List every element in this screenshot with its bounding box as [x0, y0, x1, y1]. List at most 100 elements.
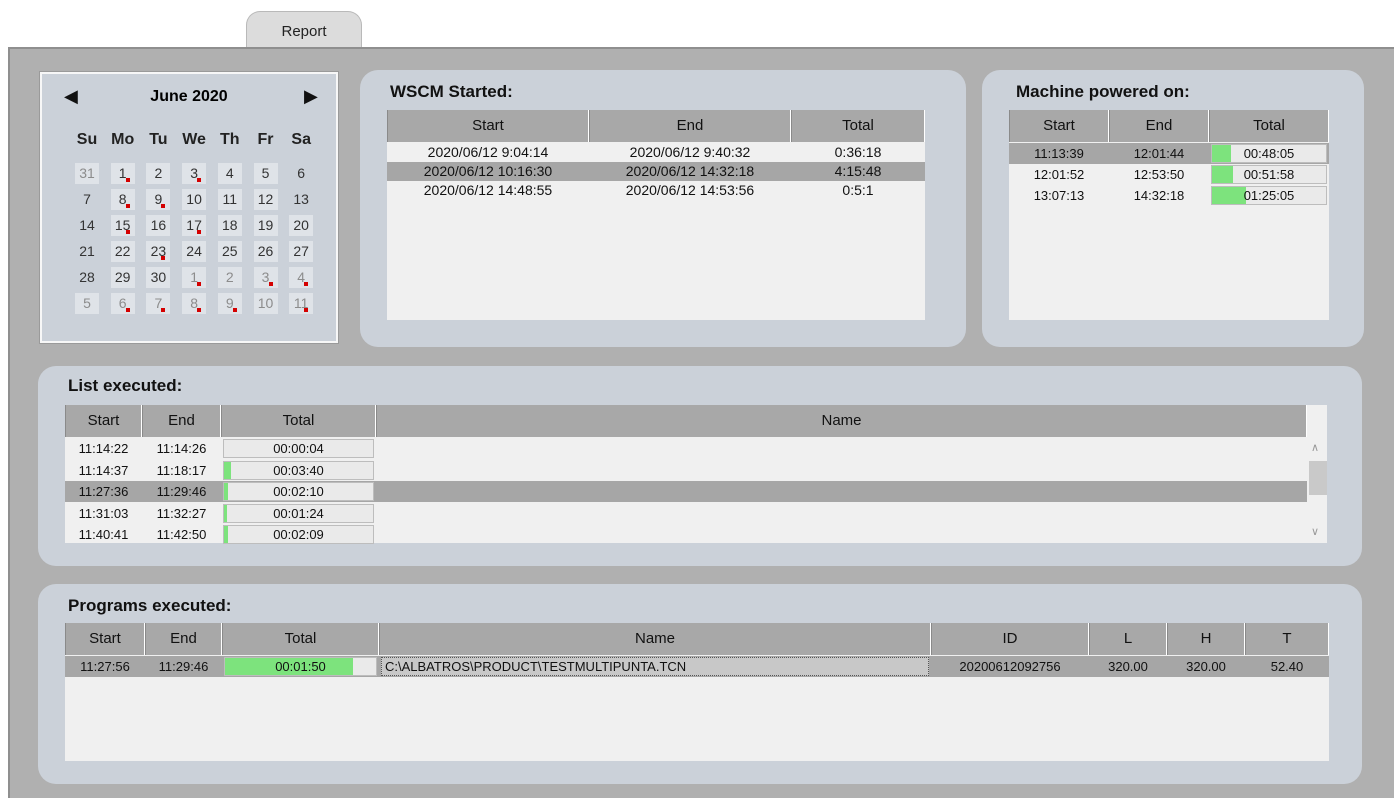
list-column-header[interactable]: Total: [221, 405, 376, 437]
calendar-day[interactable]: 15: [110, 215, 135, 236]
calendar-day[interactable]: 1: [182, 267, 207, 288]
wscm-column-header[interactable]: Total: [791, 110, 925, 142]
calendar-day-number: 5: [83, 295, 91, 311]
calendar-day[interactable]: 14: [75, 215, 99, 236]
duration-bar: 00:01:50: [224, 657, 377, 676]
table-cell-total: 00:00:04: [221, 438, 376, 459]
table-row[interactable]: 11:27:36 11:29:46 00:02:10: [65, 481, 1307, 502]
calendar-day[interactable]: 11: [217, 189, 242, 210]
calendar-day[interactable]: 4: [289, 267, 314, 288]
vertical-scrollbar[interactable]: ∧ ∨: [1307, 405, 1327, 543]
table-row[interactable]: 13:07:13 14:32:18 01:25:05: [1009, 185, 1329, 206]
table-row[interactable]: 11:14:37 11:18:17 00:03:40: [65, 460, 1307, 481]
table-row[interactable]: 2020/06/12 9:04:14 2020/06/12 9:40:32 0:36…: [387, 143, 925, 162]
wscm-column-header[interactable]: Start: [387, 110, 589, 142]
scroll-up-icon[interactable]: ∧: [1311, 441, 1319, 454]
calendar-day[interactable]: 2: [217, 267, 242, 288]
calendar-day[interactable]: 2: [146, 163, 171, 184]
next-month-icon[interactable]: ▶: [304, 86, 318, 107]
calendar-day[interactable]: 8: [110, 189, 135, 210]
calendar-day[interactable]: 29: [110, 267, 135, 288]
program-name[interactable]: C:\ALBATROS\PRODUCT\TESTMULTIPUNTA.TCN: [381, 657, 929, 676]
calendar-day[interactable]: 28: [75, 267, 99, 288]
table-row[interactable]: 2020/06/12 14:48:55 2020/06/12 14:53:56 0:…: [387, 181, 925, 200]
table-row[interactable]: 11:31:03 11:32:27 00:01:24: [65, 503, 1307, 524]
duration-value: 00:01:24: [273, 505, 324, 521]
calendar-day[interactable]: 26: [253, 241, 278, 262]
table-cell: 2020/06/12 9:04:14: [427, 144, 549, 160]
programs-column-header[interactable]: Total: [222, 623, 379, 655]
calendar-day[interactable]: 3: [253, 267, 278, 288]
calendar-activity-marker: [197, 178, 202, 182]
list-column-header[interactable]: End: [142, 405, 221, 437]
machine-column-header[interactable]: Total: [1209, 110, 1329, 142]
calendar-day[interactable]: 23: [146, 241, 171, 262]
programs-column-header[interactable]: Start: [65, 623, 145, 655]
calendar-day[interactable]: 13: [289, 189, 313, 210]
table-row[interactable]: 11:27:56 11:29:46 00:01:50 C:\ALBATROS\PROD…: [65, 656, 1329, 677]
scroll-down-icon[interactable]: ∨: [1311, 525, 1319, 538]
table-row[interactable]: 2020/06/12 10:16:30 2020/06/12 14:32:18 4:…: [387, 162, 925, 181]
calendar-day[interactable]: 12: [253, 189, 278, 210]
calendar-day[interactable]: 6: [110, 293, 135, 314]
calendar-day[interactable]: 11: [289, 293, 314, 314]
calendar-day[interactable]: 30: [146, 267, 171, 288]
calendar-day-number: 25: [222, 243, 238, 259]
machine-column-header[interactable]: End: [1109, 110, 1209, 142]
table-row[interactable]: 11:13:39 12:01:44 00:48:05: [1009, 143, 1329, 164]
list-column-header[interactable]: Name: [376, 405, 1307, 437]
calendar-day[interactable]: 18: [217, 215, 242, 236]
scrollbar-thumb[interactable]: [1309, 461, 1327, 495]
calendar-day[interactable]: 10: [253, 293, 278, 314]
calendar-day[interactable]: 7: [75, 189, 99, 210]
tab-report[interactable]: Report: [246, 11, 362, 49]
machine-header-row: Start End Total: [1009, 110, 1329, 142]
calendar-day-number: 5: [261, 165, 270, 181]
duration-value: 00:01:50: [275, 659, 326, 674]
table-row[interactable]: 11:40:41 11:42:50 00:02:09: [65, 524, 1307, 545]
table-cell: 320.00: [1108, 659, 1148, 674]
calendar-day[interactable]: 8: [182, 293, 207, 314]
calendar-day[interactable]: 27: [289, 241, 314, 262]
table-cell-total: 00:01:50: [222, 656, 379, 677]
programs-column-header[interactable]: T: [1245, 623, 1329, 655]
duration-value: 00:03:40: [273, 462, 324, 478]
calendar-day[interactable]: 22: [110, 241, 135, 262]
calendar-day[interactable]: 7: [146, 293, 171, 314]
table-cell: 11:42:50: [156, 527, 207, 542]
calendar-day[interactable]: 31: [75, 163, 99, 184]
programs-column-header[interactable]: L: [1089, 623, 1167, 655]
table-cell-total: 00:02:10: [221, 481, 376, 502]
list-column-header[interactable]: Start: [65, 405, 142, 437]
calendar-day[interactable]: 9: [217, 293, 242, 314]
calendar-day[interactable]: 9: [146, 189, 171, 210]
programs-column-header[interactable]: H: [1167, 623, 1245, 655]
list-title: List executed:: [68, 376, 183, 395]
wscm-column-header[interactable]: End: [589, 110, 791, 142]
table-row[interactable]: 11:14:22 11:14:26 00:00:04: [65, 438, 1307, 459]
calendar-day[interactable]: 5: [253, 163, 278, 184]
calendar-day[interactable]: 3: [182, 163, 207, 184]
calendar-day[interactable]: 25: [217, 241, 242, 262]
programs-column-header[interactable]: ID: [931, 623, 1089, 655]
calendar-day-number: 27: [293, 243, 309, 259]
programs-column-header[interactable]: Name: [379, 623, 931, 655]
calendar-day-number: 21: [79, 243, 95, 259]
calendar-day[interactable]: 4: [217, 163, 242, 184]
calendar-day[interactable]: 20: [289, 215, 314, 236]
calendar-day[interactable]: 10: [182, 189, 207, 210]
table-cell: 11:40:41: [78, 527, 129, 542]
calendar-day[interactable]: 6: [289, 163, 313, 184]
duration-value: 01:25:05: [1243, 188, 1295, 203]
table-row[interactable]: 12:01:52 12:53:50 00:51:58: [1009, 164, 1329, 185]
calendar-day[interactable]: 19: [253, 215, 278, 236]
calendar-day[interactable]: 24: [182, 241, 207, 262]
calendar-day[interactable]: 5: [75, 293, 99, 314]
calendar-day[interactable]: 1: [110, 163, 135, 184]
calendar-day[interactable]: 17: [182, 215, 207, 236]
programs-column-header[interactable]: End: [145, 623, 222, 655]
calendar-day[interactable]: 16: [146, 215, 171, 236]
calendar-day[interactable]: 21: [75, 241, 99, 262]
calendar-activity-marker: [161, 204, 166, 208]
machine-column-header[interactable]: Start: [1009, 110, 1109, 142]
